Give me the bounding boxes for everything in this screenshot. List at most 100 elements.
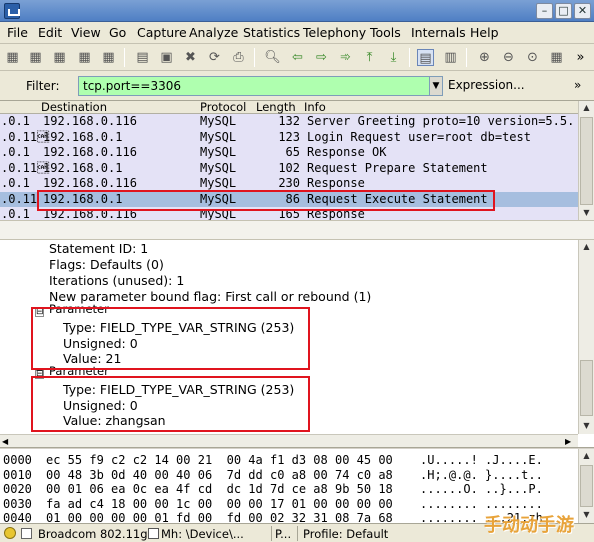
packet-list-scrollbar[interactable]: ▲ ▼ bbox=[578, 101, 594, 220]
capture-options-icon[interactable]: ▦ bbox=[27, 49, 44, 66]
detail-flags[interactable]: Flags: Defaults (0) bbox=[49, 257, 164, 272]
scrollbar-thumb[interactable] bbox=[580, 117, 593, 205]
maximize-button[interactable]: □ bbox=[555, 3, 572, 19]
expert-info-icon[interactable] bbox=[4, 527, 16, 539]
hex-offset[interactable]: 0010 bbox=[3, 468, 32, 482]
go-back-icon[interactable]: ⇦ bbox=[289, 49, 306, 66]
column-destination[interactable]: Destination bbox=[41, 101, 107, 114]
hex-offset[interactable]: 0030 bbox=[3, 497, 32, 511]
menu-telephony[interactable]: Telephony bbox=[303, 25, 366, 40]
menu-edit[interactable]: Edit bbox=[38, 25, 62, 40]
zoom-in-icon[interactable]: ⊕ bbox=[476, 49, 493, 66]
go-first-icon[interactable]: ⤒ bbox=[361, 49, 378, 66]
packet-list-header: Destination Protocol Length Info bbox=[0, 101, 578, 114]
hex-offset[interactable]: 0000 bbox=[3, 453, 32, 467]
packet-row[interactable]: .0.11 192.168.0.1 MySQL 123 Login Request u… bbox=[0, 129, 578, 145]
hex-ascii[interactable]: ........ ........ bbox=[420, 497, 543, 511]
pane-splitter[interactable] bbox=[0, 220, 594, 240]
restart-capture-icon[interactable]: ▦ bbox=[100, 49, 117, 66]
packet-protocol: MySQL bbox=[200, 129, 237, 144]
details-scrollbar[interactable]: ▲ ▼ bbox=[578, 240, 594, 434]
packet-destination: 192.168.0.116 bbox=[43, 145, 137, 159]
scroll-up-arrow-icon[interactable]: ▲ bbox=[579, 101, 594, 115]
packet-row[interactable]: .0.1 192.168.0.116 MySQL 132 Server Greeting… bbox=[0, 114, 578, 130]
column-length[interactable]: Length bbox=[256, 101, 296, 114]
menu-help[interactable]: Help bbox=[470, 25, 499, 40]
scroll-left-arrow-icon[interactable]: ◀ bbox=[2, 435, 8, 447]
packet-row[interactable]: .0.11 192.168.0.1 MySQL 102 Request Prepare… bbox=[0, 160, 578, 176]
toolbar-separator bbox=[466, 48, 467, 67]
status-separator bbox=[271, 526, 272, 541]
go-last-icon[interactable]: ⤓ bbox=[385, 49, 402, 66]
zoom-out-icon[interactable]: ⊖ bbox=[500, 49, 517, 66]
detail-new-param-flag[interactable]: New parameter bound flag: First call or … bbox=[49, 289, 371, 304]
menu-view[interactable]: View bbox=[71, 25, 101, 40]
capture-comment-icon[interactable] bbox=[21, 528, 32, 539]
hex-bytes[interactable]: 00 48 3b 0d 40 00 40 06 7d dd c0 a8 00 7… bbox=[46, 468, 393, 482]
menu-internals[interactable]: Internals bbox=[411, 25, 466, 40]
hex-bytes[interactable]: 01 00 00 00 00 01 fd 00 fd 00 02 32 31 0… bbox=[46, 511, 393, 523]
packet-row[interactable]: .0.1 192.168.0.116 MySQL 65 Response OK bbox=[0, 145, 578, 161]
hex-offset[interactable]: 0020 bbox=[3, 482, 32, 496]
zoom-normal-icon[interactable]: ⊙ bbox=[524, 49, 541, 66]
stop-capture-icon[interactable]: ▦ bbox=[76, 49, 93, 66]
scroll-down-arrow-icon[interactable]: ▼ bbox=[579, 508, 594, 522]
scroll-down-arrow-icon[interactable]: ▼ bbox=[579, 206, 594, 220]
colorize-icon[interactable]: ▤ bbox=[417, 49, 434, 66]
scroll-up-arrow-icon[interactable]: ▲ bbox=[579, 240, 594, 254]
menu-analyze[interactable]: Analyze bbox=[189, 25, 238, 40]
toolbar-overflow-button[interactable]: » bbox=[572, 49, 589, 66]
scroll-up-arrow-icon[interactable]: ▲ bbox=[579, 449, 594, 463]
hex-ascii[interactable]: .U.....! .J....E. bbox=[420, 453, 543, 467]
scroll-right-arrow-icon[interactable]: ▶ bbox=[565, 435, 571, 447]
close-file-icon[interactable]: ✖ bbox=[182, 49, 199, 66]
close-button[interactable]: ✕ bbox=[574, 3, 591, 19]
hex-ascii[interactable]: .H;.@.@. }....t.. bbox=[420, 468, 543, 482]
save-file-icon[interactable]: ▣ bbox=[158, 49, 175, 66]
print-icon[interactable]: ⎙ bbox=[230, 49, 247, 66]
column-info[interactable]: Info bbox=[304, 101, 326, 114]
resize-columns-icon[interactable]: ▦ bbox=[548, 49, 565, 66]
packet-destination: 192.168.0.116 bbox=[43, 114, 137, 128]
status-separator bbox=[297, 526, 298, 541]
hex-bytes[interactable]: 00 01 06 ea 0c ea 4f cd dc 1d 7d ce a8 9… bbox=[46, 482, 393, 496]
column-protocol[interactable]: Protocol bbox=[200, 101, 246, 114]
go-to-packet-icon[interactable]: ➾ bbox=[337, 49, 354, 66]
menu-file[interactable]: File bbox=[7, 25, 28, 40]
toolbar-separator bbox=[409, 48, 410, 67]
detail-iterations[interactable]: Iterations (unused): 1 bbox=[49, 273, 184, 288]
start-capture-icon[interactable]: ▦ bbox=[51, 49, 68, 66]
hex-bytes[interactable]: fa ad c4 18 00 00 1c 00 00 00 17 01 00 0… bbox=[46, 497, 393, 511]
filter-dropdown-button[interactable]: ▼ bbox=[429, 76, 443, 96]
bytes-scrollbar[interactable]: ▲ ▼ bbox=[578, 449, 594, 523]
details-horizontal-scrollbar[interactable]: ◀ ▶ bbox=[0, 434, 578, 447]
detail-statement-id[interactable]: Statement ID: 1 bbox=[49, 241, 148, 256]
packet-source: .0.1 bbox=[1, 207, 30, 220]
status-profile[interactable]: Profile: Default bbox=[303, 527, 388, 541]
packet-length: 230 bbox=[278, 176, 300, 190]
scroll-down-arrow-icon[interactable]: ▼ bbox=[579, 419, 594, 433]
minimize-button[interactable]: – bbox=[536, 3, 553, 19]
menu-capture[interactable]: Capture bbox=[137, 25, 187, 40]
reload-icon[interactable]: ⟳ bbox=[206, 49, 223, 66]
packet-length: 123 bbox=[278, 129, 300, 144]
filter-toolbar-overflow-button[interactable]: » bbox=[574, 78, 581, 92]
interfaces-icon[interactable]: ▦ bbox=[4, 49, 21, 66]
auto-scroll-icon[interactable]: ▥ bbox=[442, 49, 459, 66]
status-interface: Broadcom 802.11g Q bbox=[38, 527, 148, 541]
hex-bytes[interactable]: ec 55 f9 c2 c2 14 00 21 00 4a f1 d3 08 0… bbox=[46, 453, 393, 467]
find-packet-icon[interactable]: 🔍︎ bbox=[264, 49, 281, 66]
scrollbar-thumb[interactable] bbox=[580, 360, 593, 416]
scrollbar-thumb[interactable] bbox=[580, 465, 593, 507]
menu-go[interactable]: Go bbox=[109, 25, 126, 40]
go-forward-icon[interactable]: ⇨ bbox=[313, 49, 330, 66]
hex-offset[interactable]: 0040 bbox=[3, 511, 32, 523]
open-file-icon[interactable]: ▤ bbox=[134, 49, 151, 66]
packet-destination: 192.168.0.116 bbox=[43, 176, 137, 190]
filter-input[interactable] bbox=[78, 76, 430, 96]
wireshark-app-icon bbox=[4, 3, 20, 19]
menu-statistics[interactable]: Statistics bbox=[243, 25, 300, 40]
expression-button[interactable]: Expression... bbox=[446, 76, 566, 96]
menu-tools[interactable]: Tools bbox=[370, 25, 401, 40]
hex-ascii[interactable]: ......O. ..}...P. bbox=[420, 482, 543, 496]
